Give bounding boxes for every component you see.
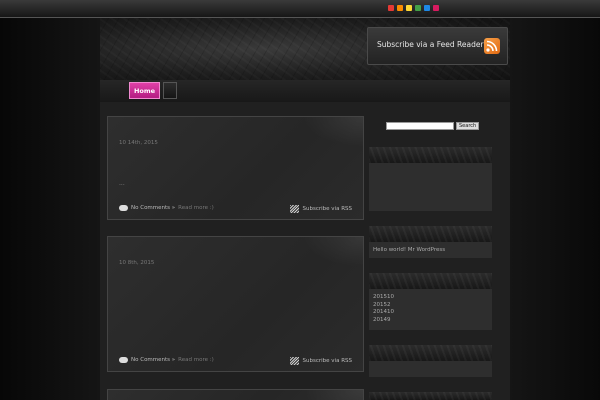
- widget-body: [369, 163, 492, 211]
- subscribe-feed-label: Subscribe via a Feed Reader: [377, 40, 484, 49]
- post-rss-link[interactable]: Subscribe via RSS: [289, 205, 352, 213]
- main-nav: Home: [100, 80, 510, 102]
- comment-bubble-icon: [119, 357, 128, 363]
- post-rss-link[interactable]: Subscribe via RSS: [289, 357, 352, 365]
- rss-small-icon: [289, 357, 299, 365]
- read-more-link[interactable]: Read more :): [178, 357, 214, 363]
- recent-posts-text[interactable]: Hello world! Mr WordPress: [369, 242, 492, 258]
- color-dot-red[interactable]: [388, 5, 394, 11]
- color-dot-green[interactable]: [415, 5, 421, 11]
- widget-header: [369, 273, 492, 289]
- search-button[interactable]: Search: [456, 122, 480, 130]
- post-footer: No Comments » Read more :) Subscribe via…: [119, 205, 352, 214]
- comments-link-group: No Comments » Read more :): [119, 205, 214, 211]
- rss-icon: [484, 38, 500, 54]
- right-background: [510, 18, 600, 400]
- archives-widget: 201510 20152 201410 20149: [369, 289, 492, 330]
- rss-small-icon: [289, 205, 299, 213]
- post-card: 10 14th, 2015 ... No Comments » Read mor…: [107, 116, 364, 220]
- widget-header: [369, 392, 492, 400]
- nav-item-home[interactable]: Home: [129, 82, 160, 99]
- comments-link-group: No Comments » Read more :): [119, 357, 214, 363]
- widget-header: [369, 147, 492, 163]
- comments-link[interactable]: No Comments »: [131, 205, 175, 211]
- color-dot-orange[interactable]: [397, 5, 403, 11]
- archive-link[interactable]: 201410: [373, 309, 488, 317]
- nav-item-blank[interactable]: [163, 82, 177, 99]
- post-excerpt: ...: [119, 180, 125, 187]
- subscribe-feed-button[interactable]: Subscribe via a Feed Reader: [367, 27, 508, 65]
- widget-header: [369, 226, 492, 242]
- color-dot-blue[interactable]: [424, 5, 430, 11]
- color-dot-yellow[interactable]: [406, 5, 412, 11]
- read-more-link[interactable]: Read more :): [178, 205, 214, 211]
- recent-posts-widget: Hello world! Mr WordPress: [369, 242, 492, 258]
- archive-link[interactable]: 20152: [373, 302, 488, 310]
- post-card: 10 8th, 2015 No Comments » Read more :) …: [107, 236, 364, 372]
- archive-link[interactable]: 20149: [373, 317, 488, 325]
- comments-link[interactable]: No Comments »: [131, 357, 175, 363]
- search-input[interactable]: [386, 122, 454, 130]
- search-form: Search: [386, 122, 480, 130]
- color-dot-pink[interactable]: [433, 5, 439, 11]
- color-switcher: [388, 5, 439, 11]
- left-background: [0, 18, 100, 400]
- post-date: 10 14th, 2015: [119, 140, 158, 146]
- archive-list: 201510 20152 201410 20149: [369, 289, 492, 329]
- top-bar: [0, 0, 600, 18]
- comment-bubble-icon: [119, 205, 128, 211]
- post-rss-label: Subscribe via RSS: [302, 206, 352, 212]
- widget-body: [369, 361, 492, 377]
- post-card: [107, 389, 364, 400]
- post-footer: No Comments » Read more :) Subscribe via…: [119, 357, 352, 366]
- post-rss-label: Subscribe via RSS: [302, 358, 352, 364]
- post-date: 10 8th, 2015: [119, 260, 155, 266]
- widget-header: [369, 345, 492, 361]
- archive-link[interactable]: 201510: [373, 294, 488, 302]
